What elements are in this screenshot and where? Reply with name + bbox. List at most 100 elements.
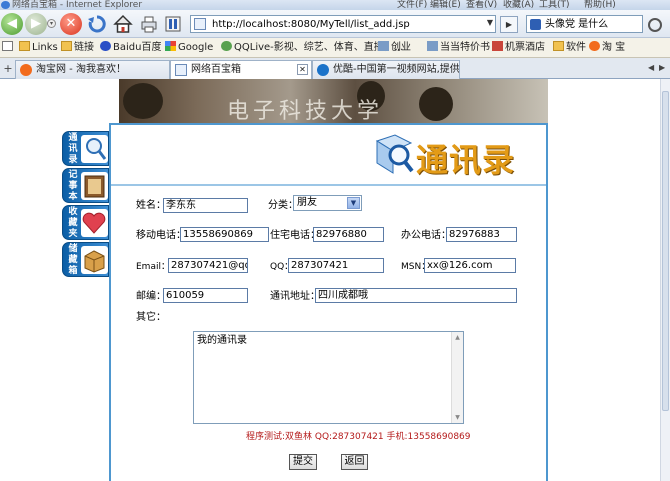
youku-icon xyxy=(317,64,329,76)
print-icon[interactable] xyxy=(139,14,159,34)
google-icon xyxy=(165,41,176,51)
page-icon xyxy=(427,41,438,51)
mobile-field[interactable]: 13558690869 xyxy=(180,227,269,242)
search-engine-icon xyxy=(530,19,541,30)
forward-button[interactable]: ▶ xyxy=(25,13,47,35)
box-icon xyxy=(81,246,108,274)
link-qqlive[interactable]: QQLive-影视、综艺、体育、直播，... xyxy=(221,41,403,55)
scroll-up-icon[interactable]: ▲ xyxy=(453,333,462,342)
other-text: 我的通讯录 xyxy=(197,335,247,346)
back-page-button[interactable]: 返回 xyxy=(341,454,368,470)
link-baidu[interactable]: Baidu百度 xyxy=(100,41,161,55)
msn-field[interactable]: xx@126.com xyxy=(424,258,516,273)
scroll-down-icon[interactable]: ▼ xyxy=(453,413,462,422)
links-folder-chain[interactable]: 链接 xyxy=(61,41,94,55)
category-selected-value: 朋友 xyxy=(297,197,317,208)
postcode-field[interactable]: 610059 xyxy=(163,288,248,303)
category-select[interactable]: 朋友 ▼ xyxy=(293,195,362,211)
banner-image: 电子科技大学 xyxy=(119,79,548,123)
submit-button[interactable]: 提交 xyxy=(289,454,317,470)
chevron-down-icon[interactable]: ▼ xyxy=(347,197,360,209)
side-nav-notepad[interactable]: 记事本 xyxy=(62,168,109,203)
page-icon xyxy=(194,18,206,30)
navigation-toolbar: ◀ ▶ ▾ ✕ http://localhost:8080/MyTell/lis… xyxy=(0,10,670,38)
search-input[interactable]: 头像党 是什么 xyxy=(526,15,643,33)
office-phone-field[interactable]: 82976883 xyxy=(446,227,517,242)
side-nav-contacts[interactable]: 通讯录 xyxy=(62,131,109,166)
textarea-scrollbar[interactable]: ▲ ▼ xyxy=(451,332,463,423)
title-bar: 网络百宝箱 - Internet Explorer 文件(F) 编辑(E) 查看… xyxy=(0,0,670,10)
address-field[interactable]: 四川成都哦 xyxy=(315,288,517,303)
tab-bar: + 淘宝网 - 淘我喜欢！ 网络百宝箱 ✕ 优酷-中国第一视频网站,提供... … xyxy=(0,58,670,80)
qq-field[interactable]: 287307421 xyxy=(288,258,384,273)
menu-file[interactable]: 文件(F) xyxy=(397,0,427,10)
side-nav-favorites[interactable]: 收藏夹 xyxy=(62,205,109,240)
banner-calligraphy: 电子科技大学 xyxy=(227,99,384,123)
taobao-icon xyxy=(20,64,32,76)
home-phone-field[interactable]: 82976880 xyxy=(313,227,384,242)
menu-tools[interactable]: 工具(T) xyxy=(539,0,570,10)
scrollbar-thumb[interactable] xyxy=(662,91,669,411)
email-field[interactable]: 287307421@qq.co xyxy=(168,258,248,273)
folder-icon xyxy=(19,41,30,51)
panel-header: 通讯录 xyxy=(111,125,546,186)
window-title: 网络百宝箱 - Internet Explorer xyxy=(12,0,143,10)
links-folder-software[interactable]: 软件 xyxy=(553,41,586,55)
heart-icon xyxy=(81,209,108,237)
magnifier-icon xyxy=(81,135,108,163)
tab-youku[interactable]: 优酷-中国第一视频网站,提供... xyxy=(312,60,460,79)
link-google[interactable]: Google xyxy=(165,41,213,55)
page-title: 通讯录 xyxy=(416,141,516,179)
address-bar[interactable]: http://localhost:8080/MyTell/list_add.js… xyxy=(190,15,496,33)
name-label: 姓名： xyxy=(136,200,166,211)
tab-label: 淘宝网 - 淘我喜欢！ xyxy=(36,64,126,75)
link-taobao[interactable]: 淘 宝 xyxy=(589,41,625,55)
close-tab-icon[interactable]: ✕ xyxy=(297,64,308,75)
link-chuangye[interactable]: 创业 xyxy=(378,41,411,55)
tab-taobao[interactable]: 淘宝网 - 淘我喜欢！ xyxy=(15,60,170,79)
tab-scroll-left-icon[interactable]: ◀ xyxy=(648,63,654,72)
stop-button[interactable]: ✕ xyxy=(60,13,82,35)
menu-favorites[interactable]: 收藏(A) xyxy=(503,0,534,10)
back-button[interactable]: ◀ xyxy=(1,13,23,35)
page-content: 电子科技大学 通讯录 记事本 收藏夹 储藏箱 通讯录 姓名： 李东东 分类： 朋… xyxy=(0,79,660,481)
side-nav-storage[interactable]: 储藏箱 xyxy=(62,242,109,277)
ie-logo-icon xyxy=(1,1,10,9)
email-label: Email： xyxy=(136,262,170,272)
tab-scroll-right-icon[interactable]: ▶ xyxy=(659,63,665,72)
taobao-icon xyxy=(589,41,600,51)
tab-baibaoxiang[interactable]: 网络百宝箱 ✕ xyxy=(170,60,312,80)
address-label: 通讯地址： xyxy=(270,291,320,302)
search-text: 头像党 是什么 xyxy=(545,19,609,30)
go-button[interactable]: ▶ xyxy=(500,16,518,33)
other-label: 其它： xyxy=(136,312,166,323)
qqlive-icon xyxy=(221,41,232,51)
links-toggle-icon[interactable] xyxy=(2,41,15,55)
refresh-icon[interactable] xyxy=(87,14,107,34)
home-icon[interactable] xyxy=(113,14,133,34)
links-folder-links[interactable]: Links xyxy=(19,41,58,55)
menu-edit[interactable]: 编辑(E) xyxy=(430,0,461,10)
footer-note: 程序测试:双鱼林 QQ:287307421 手机:13558690869 xyxy=(246,432,471,442)
link-dangdang[interactable]: 当当特价书 xyxy=(427,41,490,55)
links-bar: Links 链接 Baidu百度 Google QQLive-影视、综艺、体育、… xyxy=(0,38,670,58)
name-field[interactable]: 李东东 xyxy=(163,198,248,213)
new-tab-icon[interactable]: + xyxy=(1,61,15,76)
page-icon xyxy=(492,41,503,51)
reading-icon[interactable] xyxy=(163,14,183,34)
office-phone-label: 办公电话： xyxy=(401,230,451,241)
other-textarea[interactable]: 我的通讯录 ▲ ▼ xyxy=(193,331,464,424)
menu-view[interactable]: 查看(V) xyxy=(466,0,497,10)
page-scrollbar[interactable] xyxy=(660,79,670,481)
address-dropdown-icon[interactable]: ▼ xyxy=(487,18,493,27)
forward-arrow-icon: ▶ xyxy=(31,16,41,31)
menu-help[interactable]: 帮助(H) xyxy=(584,0,616,10)
folder-icon xyxy=(61,41,72,51)
back-arrow-icon: ◀ xyxy=(7,16,17,31)
postcode-label: 邮编： xyxy=(136,291,166,302)
tab-label: 优酷-中国第一视频网站,提供... xyxy=(333,64,460,75)
history-dropdown-button[interactable]: ▾ xyxy=(47,19,56,28)
search-icon[interactable] xyxy=(648,18,662,32)
address-url: http://localhost:8080/MyTell/list_add.js… xyxy=(212,19,410,30)
link-jipiao[interactable]: 机票酒店 xyxy=(492,41,545,55)
